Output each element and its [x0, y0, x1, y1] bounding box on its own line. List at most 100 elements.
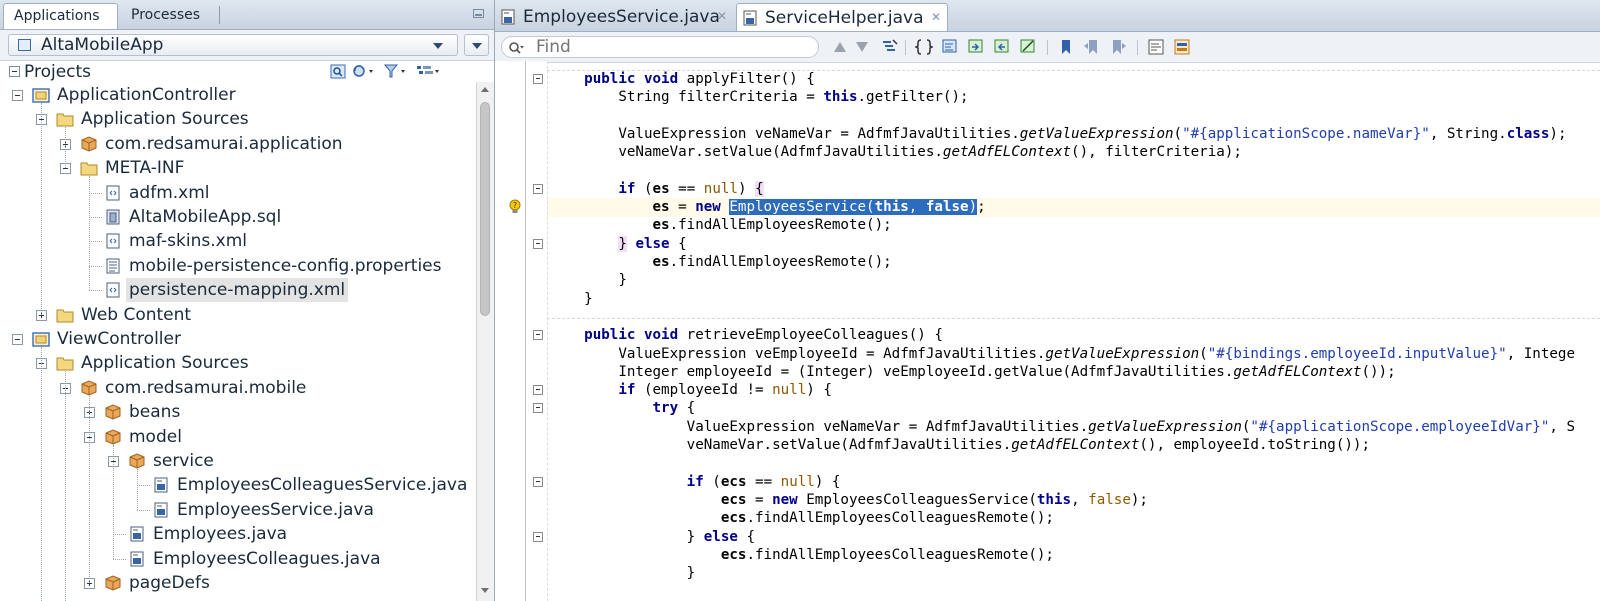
code-editor[interactable]: ? public void applyFilter() { String fil… [495, 61, 1600, 601]
search-icon[interactable] [508, 41, 524, 55]
code-line[interactable]: if (es == null) { [550, 180, 764, 199]
view-options-icon[interactable] [416, 64, 442, 79]
bookmark-icon[interactable] [1057, 38, 1075, 56]
code-line[interactable]: if (employeeId != null) { [550, 381, 832, 400]
code-line[interactable]: ecs = new EmployeesColleaguesService(thi… [550, 491, 1148, 510]
fold-icon[interactable] [533, 183, 543, 194]
highlight-occurrences-icon[interactable] [881, 38, 899, 56]
code-line[interactable]: es = new EmployeesService(this, false); [550, 198, 986, 217]
tab-applications[interactable]: Applications [3, 3, 118, 29]
next-bookmark-icon[interactable] [1109, 38, 1127, 56]
tree-node[interactable]: EmployeesService.java [0, 498, 476, 522]
code-line[interactable]: veNameVar.setValue(AdfmfJavaUtilities.ge… [550, 143, 1242, 162]
scrollbar-thumb[interactable] [480, 102, 490, 316]
collapse-icon[interactable] [12, 90, 23, 101]
code-line[interactable]: ecs.findAllEmployeesColleaguesRemote(); [550, 546, 1054, 565]
tree-node[interactable]: com.redsamurai.mobile [0, 376, 476, 400]
code-line[interactable]: String filterCriteria = this.getFilter()… [550, 88, 968, 107]
indent-icon[interactable] [967, 38, 985, 56]
tree-node[interactable]: com.redsamurai.application [0, 132, 476, 156]
close-icon[interactable]: ✕ [931, 4, 941, 30]
fold-icon[interactable] [533, 385, 543, 396]
tree-node-label: Employees.java [153, 524, 288, 545]
tree-node[interactable]: pageDefs [0, 571, 476, 595]
locate-in-navigator-icon[interactable] [330, 64, 346, 79]
minimize-icon[interactable] [473, 9, 484, 18]
code-line[interactable]: } [550, 290, 593, 309]
code-line[interactable]: es.findAllEmployeesRemote(); [550, 216, 892, 235]
ide-window: Applications Processes AltaMobileApp Pro… [0, 0, 1600, 601]
tree-node[interactable]: EmployeesColleagues.java [0, 547, 476, 571]
fold-icon[interactable] [533, 238, 543, 249]
scroll-down-icon[interactable] [481, 588, 489, 593]
application-menu-button[interactable] [464, 34, 489, 56]
tree-node[interactable]: Application Sources [0, 107, 476, 131]
tree-node[interactable]: ApplicationController [0, 83, 476, 107]
fold-icon[interactable] [533, 531, 543, 542]
tree-node[interactable]: META-INF [0, 156, 476, 180]
sync-icon[interactable] [352, 64, 376, 79]
outdent-icon[interactable] [993, 38, 1011, 56]
filter-icon[interactable] [384, 64, 408, 79]
tree-node[interactable]: Application Sources [0, 351, 476, 375]
code-line[interactable]: Integer employeeId = (Integer) veEmploye… [550, 363, 1395, 382]
tree-node[interactable]: ViewController [0, 327, 476, 351]
tree-connector [89, 265, 102, 267]
scroll-up-icon[interactable] [481, 87, 489, 92]
tree-node[interactable]: adfm.xml [0, 181, 476, 205]
tree-node[interactable]: mobile-persistence-config.properties [0, 254, 476, 278]
close-icon[interactable]: ✕ [717, 3, 727, 29]
application-selector[interactable]: AltaMobileApp [8, 34, 458, 56]
tree-node[interactable]: model [0, 425, 476, 449]
code-line[interactable]: } else { [550, 235, 687, 254]
tree-node[interactable]: maf-skins.xml [0, 229, 476, 253]
find-previous-icon[interactable] [831, 38, 849, 56]
format-code-icon[interactable] [941, 38, 959, 56]
code-line[interactable]: } else { [550, 528, 755, 547]
split-view-icon[interactable] [1173, 38, 1191, 56]
code-line[interactable]: ValueExpression veEmployeeId = AdfmfJava… [550, 345, 1575, 364]
code-line[interactable]: ValueExpression veNameVar = AdfmfJavaUti… [550, 125, 1566, 144]
code-line[interactable]: } [550, 271, 627, 290]
code-line[interactable]: public void retrieveEmployeeColleagues()… [550, 326, 943, 345]
toggle-comment-icon[interactable] [1019, 38, 1037, 56]
find-next-icon[interactable] [853, 38, 871, 56]
code-line[interactable]: veNameVar.setValue(AdfmfJavaUtilities.ge… [550, 436, 1370, 455]
tree-node-label: maf-skins.xml [129, 231, 247, 252]
fold-icon[interactable] [533, 330, 543, 341]
find-box[interactable] [501, 36, 819, 58]
find-input[interactable] [536, 38, 806, 56]
fold-icon[interactable] [533, 403, 543, 414]
fold-icon[interactable] [533, 74, 543, 84]
tree-node[interactable]: persistence-mapping.xml [0, 278, 476, 303]
tree-node[interactable]: service [0, 449, 476, 473]
previous-bookmark-icon[interactable] [1083, 38, 1101, 56]
project-icon [32, 87, 50, 103]
tree-scrollbar[interactable] [476, 82, 494, 601]
fold-icon[interactable] [533, 476, 543, 487]
braces-icon[interactable] [915, 38, 933, 56]
source-view-icon[interactable] [1147, 38, 1165, 56]
collapse-icon[interactable] [9, 66, 20, 77]
tab-employeesservice-java[interactable]: EmployeesService.java ✕ [495, 3, 733, 31]
tree-node[interactable]: EmployeesColleaguesService.java [0, 473, 476, 497]
lightbulb-hint-icon[interactable]: ? [508, 199, 522, 215]
code-line[interactable]: es.findAllEmployeesRemote(); [550, 253, 892, 272]
code-line[interactable]: if (ecs == null) { [550, 473, 841, 492]
tree-node[interactable]: Employees.java [0, 522, 476, 546]
tree-node[interactable]: AltaMobileApp.sql [0, 205, 476, 229]
code-line[interactable]: } [550, 564, 696, 583]
java-file-icon [501, 9, 515, 25]
code-line[interactable]: try { [550, 399, 696, 418]
code-line[interactable]: ValueExpression veNameVar = AdfmfJavaUti… [550, 418, 1575, 437]
tree-node[interactable]: Web Content [0, 303, 476, 327]
tab-processes[interactable]: Processes [121, 3, 210, 29]
tree-connector [113, 534, 126, 536]
xml-file-icon [104, 282, 122, 298]
code-line[interactable]: public void applyFilter() { [550, 70, 815, 89]
code-line[interactable]: ecs.findAllEmployeesColleaguesRemote(); [550, 509, 1054, 528]
tab-servicehelper-java[interactable]: ServiceHelper.java ✕ [736, 3, 948, 31]
collapse-icon[interactable] [12, 334, 23, 345]
projects-header: Projects [0, 61, 494, 83]
tree-node[interactable]: beans [0, 400, 476, 424]
